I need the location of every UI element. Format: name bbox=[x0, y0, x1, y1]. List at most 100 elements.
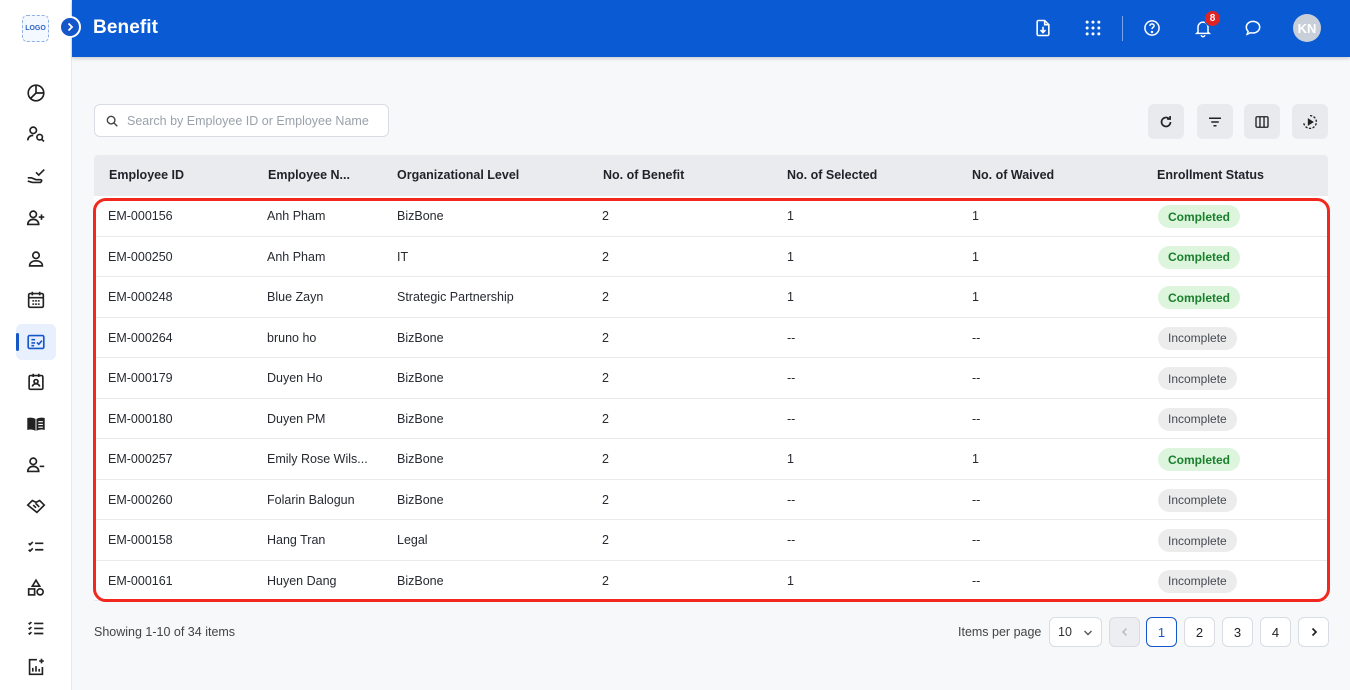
cell-employee-id: EM-000260 bbox=[108, 492, 173, 507]
items-per-page-label: Items per page bbox=[958, 625, 1042, 639]
cell-org-level: BizBone bbox=[397, 492, 444, 507]
nav-tasks[interactable] bbox=[16, 529, 56, 565]
cell-employee-name: Huyen Dang bbox=[267, 573, 337, 588]
help-button[interactable] bbox=[1141, 17, 1163, 39]
table-row[interactable]: EM-000161 Huyen Dang BizBone 2 1 -- Inco… bbox=[94, 560, 1328, 601]
status-badge: Incomplete bbox=[1158, 529, 1237, 552]
cell-benefit-count: 2 bbox=[602, 209, 609, 223]
table-row[interactable]: EM-000180 Duyen PM BizBone 2 -- -- Incom… bbox=[94, 398, 1328, 439]
column-header[interactable]: No. of Waived bbox=[972, 168, 1054, 182]
page-button[interactable]: 4 bbox=[1260, 617, 1291, 647]
cell-employee-name: Emily Rose Wils... bbox=[267, 452, 368, 466]
cell-employee-id: EM-000179 bbox=[108, 371, 173, 385]
page-button[interactable]: 1 bbox=[1146, 617, 1177, 647]
column-header[interactable]: No. of Selected bbox=[787, 168, 877, 182]
nav-recruitment[interactable] bbox=[16, 116, 56, 152]
cell-benefit-count: 2 bbox=[602, 290, 609, 304]
play-guide-button[interactable] bbox=[1292, 104, 1328, 139]
page-button[interactable]: 2 bbox=[1184, 617, 1215, 647]
search-icon bbox=[106, 115, 118, 127]
chevron-right-icon bbox=[1311, 627, 1317, 637]
prev-page-button[interactable] bbox=[1109, 617, 1140, 647]
file-download-icon bbox=[1036, 19, 1050, 37]
nav-employee[interactable] bbox=[16, 241, 56, 277]
cell-org-level: Legal bbox=[397, 533, 428, 547]
user-add-icon bbox=[26, 210, 45, 226]
apps-button[interactable] bbox=[1082, 17, 1104, 39]
chevron-right-icon bbox=[67, 22, 74, 32]
cell-employee-name: Hang Tran bbox=[267, 533, 326, 547]
cell-selected-count: -- bbox=[787, 371, 796, 385]
column-header[interactable]: Organizational Level bbox=[397, 168, 519, 182]
cell-employee-name: Blue Zayn bbox=[267, 290, 324, 304]
cell-benefit-count: 2 bbox=[602, 371, 609, 385]
shapes-icon bbox=[27, 578, 44, 596]
page-title: Benefit bbox=[93, 17, 159, 38]
user-search-icon bbox=[26, 126, 45, 143]
page-button[interactable]: 3 bbox=[1222, 617, 1253, 647]
grid-apps-icon bbox=[1085, 20, 1101, 36]
search-input[interactable] bbox=[127, 113, 387, 128]
cell-waived-count: 1 bbox=[972, 249, 979, 264]
cell-waived-count: -- bbox=[972, 573, 981, 588]
cell-employee-id: EM-000156 bbox=[108, 209, 173, 223]
benefit-card-icon bbox=[27, 334, 45, 350]
cell-selected-count: -- bbox=[787, 492, 796, 507]
cell-waived-count: 1 bbox=[972, 452, 979, 466]
table-row[interactable]: EM-000158 Hang Tran Legal 2 -- -- Incomp… bbox=[94, 520, 1328, 561]
cell-selected-count: -- bbox=[787, 533, 796, 547]
table-body: EM-000156 Anh Pham BizBone 2 1 1 Complet… bbox=[94, 196, 1328, 601]
cell-benefit-count: 2 bbox=[602, 492, 609, 507]
nav-dashboard[interactable] bbox=[16, 75, 56, 111]
cell-org-level: BizBone bbox=[397, 411, 444, 426]
nav-handbook[interactable] bbox=[16, 406, 56, 442]
cell-org-level: BizBone bbox=[397, 573, 444, 588]
cell-employee-id: EM-000264 bbox=[108, 330, 173, 345]
nav-partnership[interactable] bbox=[16, 488, 56, 524]
table-header: Employee ID Employee N... Organizational… bbox=[94, 155, 1328, 196]
nav-calendar[interactable] bbox=[16, 282, 56, 318]
nav-assets[interactable] bbox=[16, 570, 56, 606]
chat-icon bbox=[1245, 20, 1261, 36]
column-header[interactable]: No. of Benefit bbox=[603, 168, 684, 182]
chevron-down-icon bbox=[1084, 630, 1092, 636]
cell-benefit-count: 2 bbox=[602, 452, 609, 466]
filter-button[interactable] bbox=[1197, 104, 1233, 139]
items-per-page-select[interactable]: 10 bbox=[1049, 617, 1102, 647]
cell-benefit-count: 2 bbox=[602, 249, 609, 264]
status-badge: Incomplete bbox=[1158, 569, 1237, 593]
table-row[interactable]: EM-000264 bruno ho BizBone 2 -- -- Incom… bbox=[94, 317, 1328, 358]
export-button[interactable] bbox=[1032, 17, 1054, 39]
next-page-button[interactable] bbox=[1298, 617, 1329, 647]
table-row[interactable]: EM-000260 Folarin Balogun BizBone 2 -- -… bbox=[94, 479, 1328, 520]
refresh-button[interactable] bbox=[1148, 104, 1184, 139]
table-row[interactable]: EM-000250 Anh Pham IT 2 1 1 Completed bbox=[94, 236, 1328, 277]
sidebar-expand-button[interactable] bbox=[59, 16, 81, 38]
columns-button[interactable] bbox=[1244, 104, 1280, 139]
table-row[interactable]: EM-000248 Blue Zayn Strategic Partnershi… bbox=[94, 277, 1328, 318]
nav-add-employee[interactable] bbox=[16, 200, 56, 236]
nav-lists[interactable] bbox=[16, 610, 56, 646]
table-row[interactable]: EM-000257 Emily Rose Wils... BizBone 2 1… bbox=[94, 439, 1328, 480]
cell-employee-id: EM-000248 bbox=[108, 290, 173, 304]
nav-benefit[interactable] bbox=[16, 324, 56, 360]
cell-org-level: BizBone bbox=[397, 209, 444, 223]
refresh-icon bbox=[1160, 115, 1172, 127]
cell-waived-count: -- bbox=[972, 330, 981, 345]
status-badge: Completed bbox=[1158, 245, 1241, 269]
column-header[interactable]: Employee ID bbox=[109, 168, 184, 182]
chat-button[interactable] bbox=[1242, 17, 1264, 39]
column-header[interactable]: Employee N... bbox=[268, 168, 350, 182]
cell-org-level: Strategic Partnership bbox=[397, 290, 514, 304]
table-row[interactable]: EM-000156 Anh Pham BizBone 2 1 1 Complet… bbox=[94, 196, 1328, 237]
column-header[interactable]: Enrollment Status bbox=[1157, 168, 1264, 182]
nav-onboarding[interactable] bbox=[16, 158, 56, 194]
table-row[interactable]: EM-000179 Duyen Ho BizBone 2 -- -- Incom… bbox=[94, 358, 1328, 399]
logo[interactable]: LOGO bbox=[22, 15, 49, 42]
nav-contacts[interactable] bbox=[16, 364, 56, 400]
user-avatar[interactable]: KN bbox=[1293, 14, 1321, 42]
cell-selected-count: -- bbox=[787, 330, 796, 345]
nav-reports[interactable] bbox=[16, 649, 56, 685]
nav-offboarding[interactable] bbox=[16, 447, 56, 483]
status-badge: Completed bbox=[1158, 448, 1241, 471]
